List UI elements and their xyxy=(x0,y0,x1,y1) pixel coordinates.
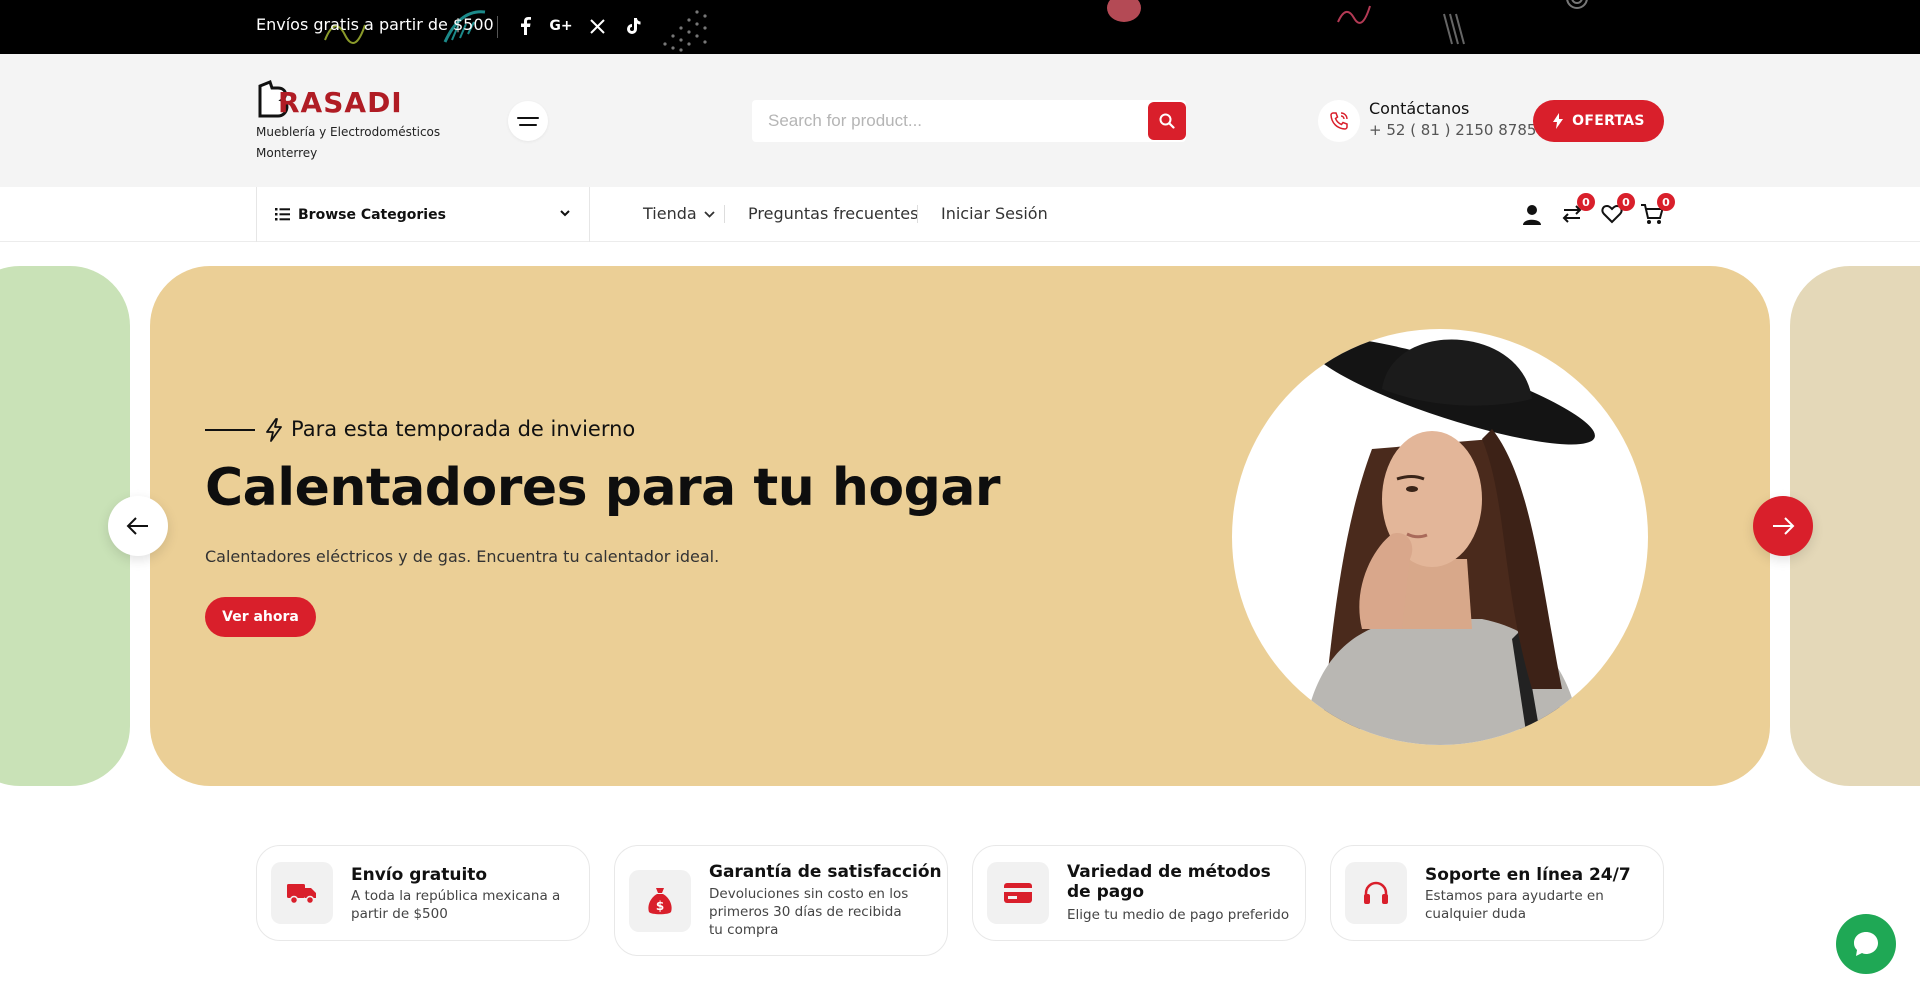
brasadi-logo[interactable]: RASADI xyxy=(256,80,416,120)
tag-line-decoration xyxy=(205,429,255,431)
arrow-left-icon xyxy=(126,517,148,535)
ofertas-label: OFERTAS xyxy=(1572,113,1645,129)
contact-title: Contáctanos xyxy=(1369,99,1470,118)
facebook-icon[interactable] xyxy=(513,14,537,38)
cart-icon[interactable]: 0 xyxy=(1639,193,1675,227)
tiktok-icon[interactable] xyxy=(621,14,645,38)
search-button[interactable] xyxy=(1148,102,1186,140)
wishlist-count-badge: 0 xyxy=(1617,193,1635,211)
feature-card-free-shipping: Envío gratuito A toda la república mexic… xyxy=(256,845,590,941)
feature-description: A toda la república mexicana a partir de… xyxy=(351,888,561,922)
wishlist-heart-icon[interactable]: 0 xyxy=(1599,193,1635,227)
phone-icon xyxy=(1318,100,1360,142)
cart-count-badge: 0 xyxy=(1657,193,1675,211)
browse-categories-label: Browse Categories xyxy=(298,206,446,223)
search-icon xyxy=(1159,113,1175,129)
headphones-icon xyxy=(1345,862,1407,924)
browse-categories-dropdown[interactable]: Browse Categories xyxy=(256,187,590,242)
feature-card-payment-methods: Variedad de métodos de pago Elige tu med… xyxy=(972,845,1306,941)
decorative-dots xyxy=(663,10,707,52)
hamburger-line xyxy=(519,123,537,126)
free-shipping-promo: Envíos gratis a partir de $500 xyxy=(256,15,494,34)
svg-text:RASADI: RASADI xyxy=(278,86,403,119)
credit-card-icon xyxy=(987,862,1049,924)
truck-icon xyxy=(271,862,333,924)
menu-toggle-button[interactable] xyxy=(508,101,548,141)
google-plus-icon[interactable]: G+ xyxy=(549,14,573,38)
logo-subtitle: Mueblería y Electrodomésticos Monterrey xyxy=(256,125,441,160)
site-header: RASADI Mueblería y Electrodomésticos Mon… xyxy=(0,54,1920,187)
chat-bubble-icon xyxy=(1854,932,1878,956)
x-twitter-icon[interactable] xyxy=(585,14,609,38)
contact-phone[interactable]: + 52 ( 81 ) 2150 8785 xyxy=(1369,121,1536,139)
nav-link-tienda[interactable]: Tienda xyxy=(643,204,715,223)
decorative-ring xyxy=(1566,0,1588,9)
slider-next-button[interactable] xyxy=(1753,496,1813,556)
nav-divider xyxy=(917,205,918,223)
chevron-down-icon xyxy=(560,210,570,217)
compare-icon[interactable]: 0 xyxy=(1559,193,1595,227)
feature-title: Garantía de satisfacción xyxy=(709,862,942,882)
arrow-right-icon xyxy=(1773,517,1795,535)
topbar-divider xyxy=(497,16,498,38)
lightning-icon xyxy=(1553,113,1564,129)
lightning-icon xyxy=(266,418,282,442)
feature-description: Elige tu medio de pago preferido xyxy=(1067,907,1290,923)
nav-divider xyxy=(724,205,725,223)
money-bag-icon: $ xyxy=(629,870,691,932)
nav-link-login[interactable]: Iniciar Sesión xyxy=(941,204,1048,223)
feature-card-satisfaction: $ Garantía de satisfacción Devoluciones … xyxy=(614,845,948,956)
decorative-lines xyxy=(1443,13,1465,45)
decorative-squiggle-2 xyxy=(1337,5,1371,24)
feature-title: Soporte en línea 24/7 xyxy=(1425,865,1631,885)
feature-title: Variedad de métodos de pago xyxy=(1067,862,1271,902)
hero-title: Calentadores para tu hogar xyxy=(205,458,1001,518)
feature-description: Devoluciones sin costo en los primeros 3… xyxy=(709,886,909,938)
hero-subtitle: Calentadores eléctricos y de gas. Encuen… xyxy=(205,547,720,566)
feature-card-support: Soporte en línea 24/7 Estamos para ayuda… xyxy=(1330,845,1664,941)
main-navigation: Browse Categories Tienda Preguntas frecu… xyxy=(0,187,1920,242)
chat-button[interactable] xyxy=(1836,914,1896,974)
decorative-blob xyxy=(1107,0,1141,22)
nav-link-tienda-label: Tienda xyxy=(643,204,697,223)
hamburger-line xyxy=(517,116,539,119)
chevron-down-icon xyxy=(704,211,715,218)
compare-count-badge: 0 xyxy=(1577,193,1595,211)
hero-slide: Para esta temporada de invierno Calentad… xyxy=(150,266,1770,786)
hero-tagline: Para esta temporada de invierno xyxy=(291,417,636,441)
list-icon xyxy=(275,208,290,221)
user-account-icon[interactable] xyxy=(1519,201,1545,227)
woman-with-hat-image xyxy=(1302,337,1595,745)
ofertas-button[interactable]: OFERTAS xyxy=(1533,100,1664,142)
search-input[interactable] xyxy=(752,100,1142,142)
hero-image-circle xyxy=(1232,329,1648,745)
svg-text:$: $ xyxy=(656,899,664,913)
ver-ahora-button[interactable]: Ver ahora xyxy=(205,597,316,637)
nav-link-faq[interactable]: Preguntas frecuentes xyxy=(748,204,918,223)
top-bar: Envíos gratis a partir de $500 G+ xyxy=(0,0,1920,54)
slider-previous-button[interactable] xyxy=(108,496,168,556)
search-bar xyxy=(752,100,1186,142)
feature-description: Estamos para ayudarte en cualquier duda xyxy=(1425,888,1604,922)
feature-title: Envío gratuito xyxy=(351,865,488,885)
